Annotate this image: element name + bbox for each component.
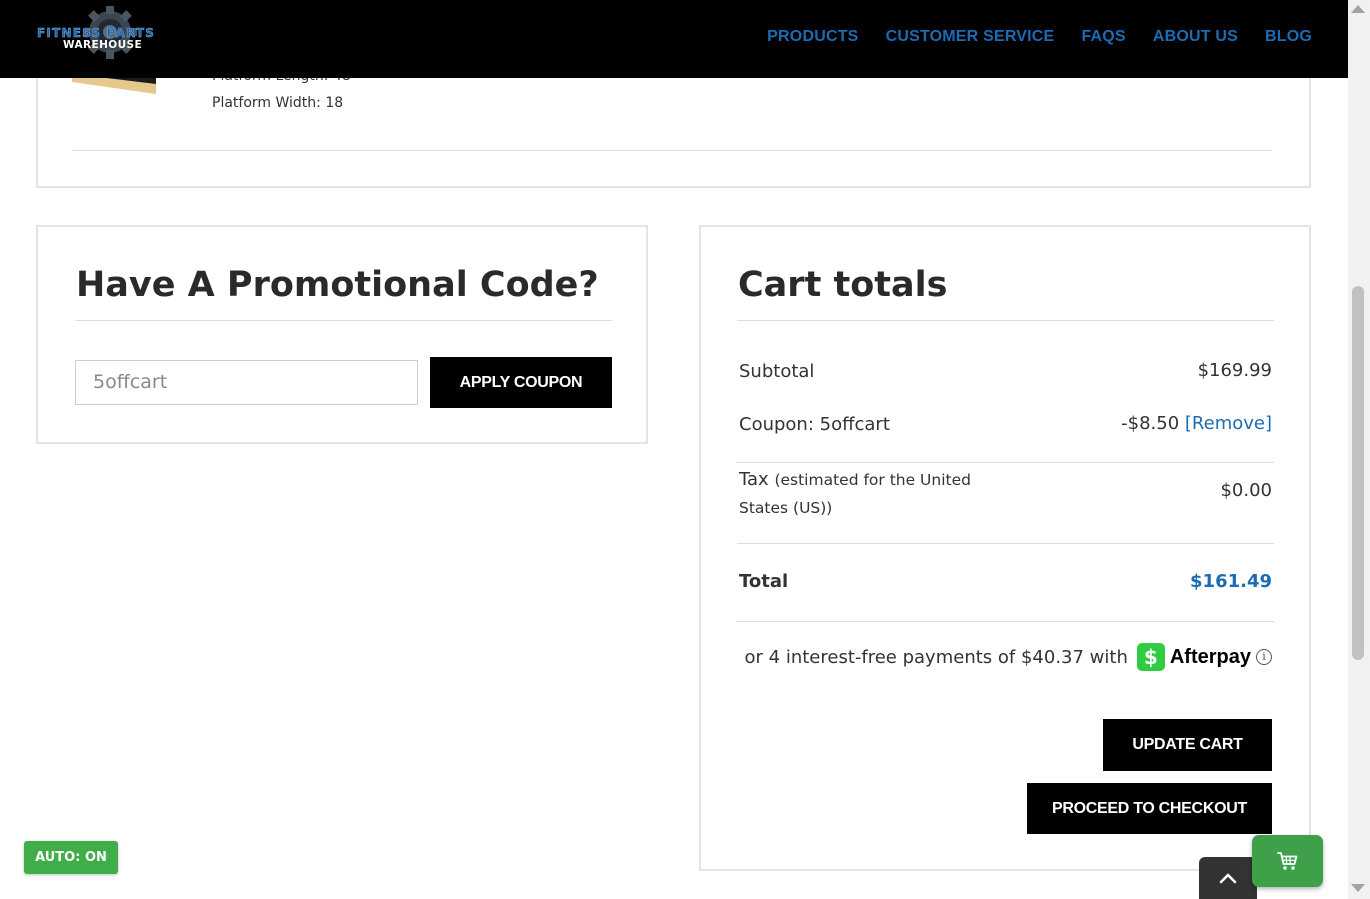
logo-text-brand: FITNESS PARTS: [37, 26, 156, 41]
shopping-cart-icon: [1276, 852, 1297, 870]
divider: [737, 621, 1274, 622]
spec-platform-width: Platform Width: 18: [212, 95, 344, 111]
promo-title: Have A Promotional Code?: [76, 265, 599, 305]
update-cart-button[interactable]: UPDATE CART: [1103, 719, 1272, 771]
afterpay-logo: Afterpay: [1169, 645, 1251, 668]
nav-blog[interactable]: BLOG: [1265, 28, 1312, 46]
page-scrollbar[interactable]: [1348, 0, 1370, 899]
subtotal-value: $169.99: [1197, 360, 1272, 381]
coupon-discount-value: -$8.50: [1121, 413, 1180, 434]
nav-products[interactable]: PRODUCTS: [767, 28, 858, 46]
scrollbar-thumb[interactable]: [1352, 286, 1364, 660]
divider: [72, 150, 1272, 151]
auto-toggle-badge[interactable]: AUTO: ON: [24, 841, 118, 874]
nav-faqs[interactable]: FAQS: [1081, 28, 1125, 46]
afterpay-text: or 4 interest-free payments of $40.37 wi…: [744, 646, 1128, 668]
proceed-to-checkout-button[interactable]: PROCEED TO CHECKOUT: [1027, 783, 1272, 834]
coupon-discount-row: -$8.50 [Remove]: [1121, 413, 1272, 434]
site-header: FITNESS PARTS WAREHOUSE PRODUCTS CUSTOME…: [0, 0, 1348, 78]
nav-about-us[interactable]: ABOUT US: [1153, 28, 1238, 46]
site-logo[interactable]: FITNESS PARTS WAREHOUSE: [34, 6, 186, 70]
cart-totals-box: Cart totals Subtotal $169.99 Coupon: 5of…: [699, 225, 1311, 871]
cash-app-icon: $: [1136, 643, 1165, 671]
tax-label-group: Tax (estimated for the United States (US…: [739, 466, 999, 522]
afterpay-message: or 4 interest-free payments of $40.37 wi…: [745, 643, 1272, 671]
coupon-label: Coupon: 5offcart: [739, 414, 890, 435]
subtotal-label: Subtotal: [739, 361, 815, 382]
coupon-code-input[interactable]: 5offcart: [75, 360, 418, 405]
scroll-up-arrow-icon[interactable]: [1351, 5, 1365, 13]
cart-totals-title: Cart totals: [738, 265, 948, 305]
main-nav: PRODUCTS CUSTOMER SERVICE FAQS ABOUT US …: [767, 28, 1312, 46]
tax-value: $0.00: [1220, 480, 1272, 501]
promo-code-box: Have A Promotional Code? 5offcart APPLY …: [36, 225, 648, 444]
total-value: $161.49: [1190, 571, 1272, 592]
scroll-down-arrow-icon[interactable]: [1351, 884, 1365, 892]
logo-text-sub: WAREHOUSE: [63, 39, 143, 51]
apply-coupon-button[interactable]: APPLY COUPON: [430, 357, 612, 408]
divider: [737, 320, 1274, 321]
divider: [75, 320, 612, 321]
remove-coupon-link[interactable]: [Remove]: [1185, 413, 1272, 434]
scroll-to-top-button[interactable]: [1199, 857, 1257, 899]
nav-customer-service[interactable]: CUSTOMER SERVICE: [886, 28, 1055, 46]
divider: [737, 462, 1274, 463]
floating-cart-button[interactable]: [1252, 835, 1323, 887]
total-label: Total: [739, 571, 789, 592]
tax-note: (estimated for the United States (US)): [739, 471, 971, 517]
chevron-up-icon: [1219, 872, 1237, 883]
tax-label: Tax: [739, 469, 769, 490]
info-icon[interactable]: i: [1256, 649, 1272, 665]
divider: [737, 543, 1274, 544]
